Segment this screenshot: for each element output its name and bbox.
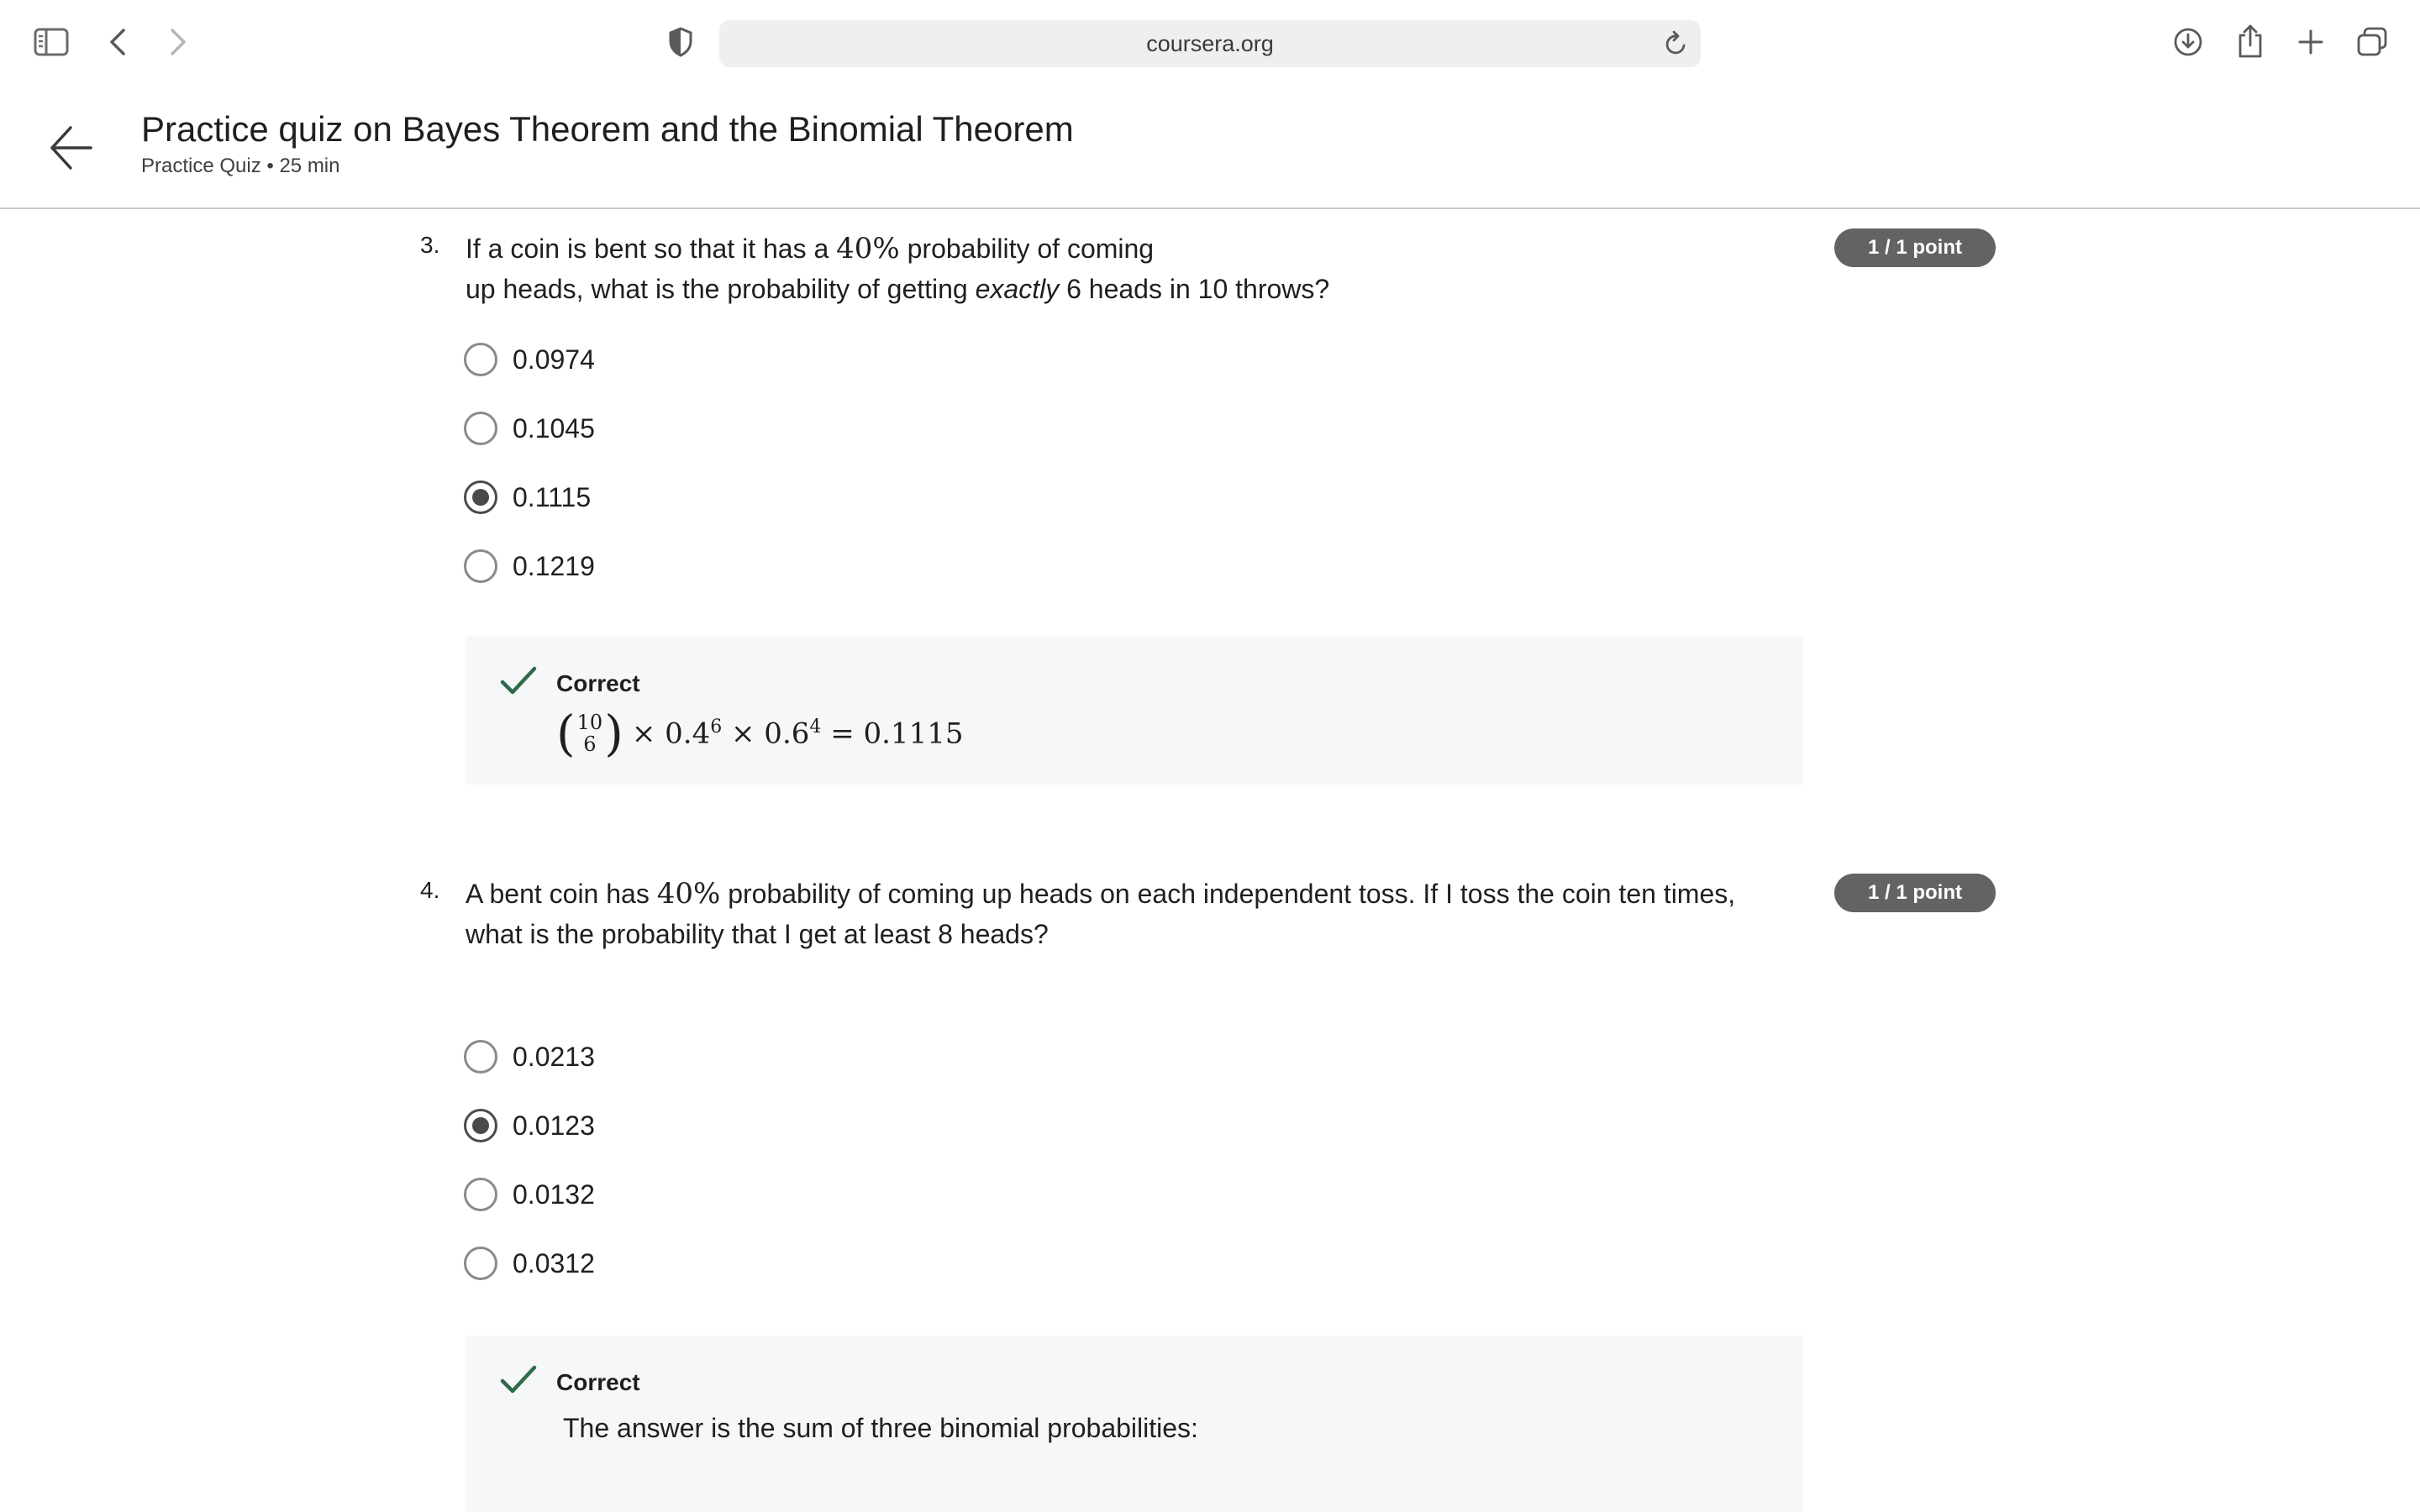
option-label: 0.0974 bbox=[513, 344, 595, 375]
binomial-coefficient: ( 10 6 ) bbox=[556, 705, 623, 762]
formula: ( 10 6 ) × 0.46 × 0.64 = 0.1115 bbox=[556, 705, 964, 762]
option-label: 0.1115 bbox=[513, 481, 592, 512]
answer-option[interactable]: 0.0213 bbox=[464, 1038, 595, 1075]
reload-icon[interactable] bbox=[1664, 30, 1689, 61]
math-percent: 40% bbox=[656, 877, 721, 911]
question-text: If a coin is bent so that it has a 40% p… bbox=[466, 232, 1330, 304]
arrow-left-icon[interactable] bbox=[47, 123, 94, 173]
feedback-panel: Correct The answer is the sum of three b… bbox=[466, 1336, 1803, 1512]
radio-button-checked[interactable] bbox=[464, 480, 497, 514]
feedback-title: Correct bbox=[556, 1369, 640, 1395]
browser-toolbar: coursera.org bbox=[0, 0, 2420, 84]
radio-button-checked[interactable] bbox=[464, 1109, 497, 1142]
radio-button[interactable] bbox=[464, 343, 497, 376]
math-percent: 40% bbox=[836, 232, 900, 265]
address-bar[interactable]: coursera.org bbox=[719, 20, 1701, 67]
option-label: 0.1045 bbox=[513, 412, 595, 444]
option-label: 0.1219 bbox=[513, 550, 595, 581]
chevron-right-icon[interactable] bbox=[165, 25, 192, 59]
checkmark-icon bbox=[499, 665, 538, 701]
feedback-title: Correct bbox=[556, 670, 640, 696]
chevron-left-icon[interactable] bbox=[104, 25, 131, 59]
question-text: A bent coin has 40% probability of comin… bbox=[466, 877, 1736, 949]
question-number: 4. bbox=[420, 877, 440, 903]
option-label: 0.0213 bbox=[513, 1041, 595, 1072]
page-title: Practice quiz on Bayes Theorem and the B… bbox=[141, 109, 1074, 149]
radio-button[interactable] bbox=[464, 412, 497, 445]
radio-button[interactable] bbox=[464, 1247, 497, 1280]
option-label: 0.0132 bbox=[513, 1179, 595, 1210]
points-badge: 1 / 1 point bbox=[1834, 228, 1996, 267]
radio-button[interactable] bbox=[464, 1178, 497, 1211]
tabs-overview-icon[interactable] bbox=[2354, 25, 2390, 59]
quiz-header: Practice quiz on Bayes Theorem and the B… bbox=[0, 84, 2420, 209]
url-text: coursera.org bbox=[1146, 30, 1274, 56]
answer-option[interactable]: 0.0974 bbox=[464, 341, 595, 378]
feedback-panel: Correct ( 10 6 ) × 0.46 × 0.64 = 0.1115 bbox=[466, 637, 1803, 785]
question-3: 3. If a coin is bent so that it has a 40… bbox=[420, 228, 2017, 791]
answer-option[interactable]: 0.0312 bbox=[464, 1245, 595, 1282]
download-icon[interactable] bbox=[2171, 25, 2205, 59]
radio-button[interactable] bbox=[464, 1040, 497, 1074]
question-4: 4. A bent coin has 40% probability of co… bbox=[420, 874, 2017, 1512]
plus-icon[interactable] bbox=[2294, 25, 2328, 59]
radio-button[interactable] bbox=[464, 549, 497, 583]
checkmark-icon bbox=[499, 1364, 538, 1400]
share-icon[interactable] bbox=[2233, 22, 2267, 60]
sidebar-icon[interactable] bbox=[32, 25, 71, 59]
answer-option[interactable]: 0.1219 bbox=[464, 548, 595, 585]
question-number: 3. bbox=[420, 232, 440, 258]
option-label: 0.0123 bbox=[513, 1110, 595, 1141]
shield-icon[interactable] bbox=[666, 25, 696, 59]
answer-option[interactable]: 0.0132 bbox=[464, 1176, 595, 1213]
option-label: 0.0312 bbox=[513, 1247, 595, 1278]
points-badge: 1 / 1 point bbox=[1834, 874, 1996, 912]
answer-option-selected[interactable]: 0.1115 bbox=[464, 479, 591, 516]
answer-option-selected[interactable]: 0.0123 bbox=[464, 1107, 595, 1144]
feedback-text: The answer is the sum of three binomial … bbox=[563, 1413, 1198, 1443]
page-subtitle: Practice Quiz • 25 min bbox=[141, 155, 340, 177]
answer-option[interactable]: 0.1045 bbox=[464, 410, 595, 447]
